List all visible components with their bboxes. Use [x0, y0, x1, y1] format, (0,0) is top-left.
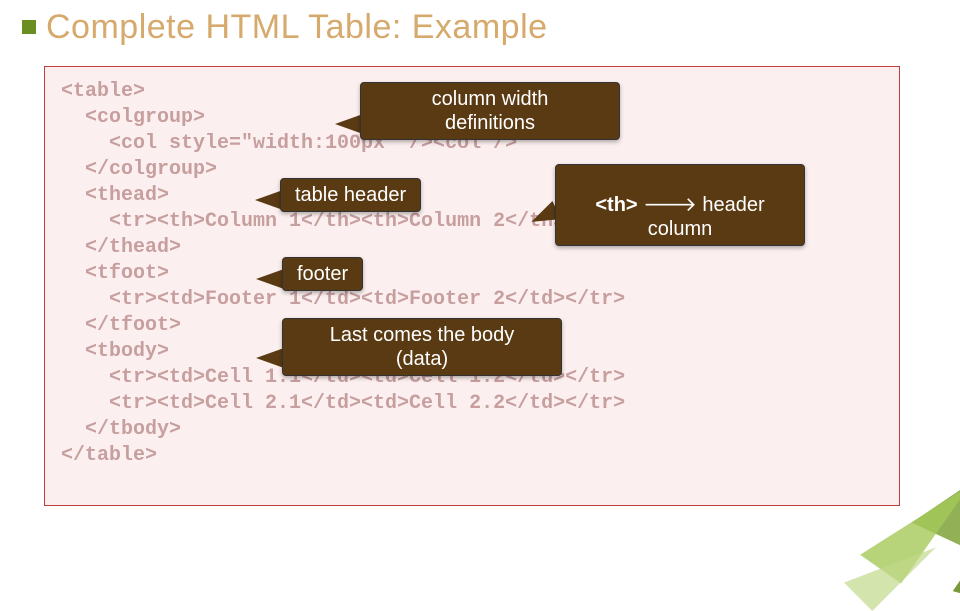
callout-table-header: table header: [280, 178, 421, 212]
callout-footer: footer: [282, 257, 363, 291]
callout-th-header-column: <th> 🡒 header column: [555, 164, 805, 246]
callout-pointer-icon: [335, 114, 363, 134]
callout-pointer-icon: [256, 269, 284, 289]
callout-th-tag: <th>: [595, 194, 637, 216]
title-bullet-icon: [22, 20, 36, 34]
callout-th-rest: 🡒 header column: [638, 194, 765, 240]
callout-column-width: column width definitions: [360, 82, 620, 140]
callout-body: Last comes the body (data): [282, 318, 562, 376]
callout-pointer-icon: [255, 190, 283, 210]
callout-pointer-icon: [256, 348, 284, 368]
slide-title: Complete HTML Table: Example: [46, 8, 548, 47]
slide: Complete HTML Table: Example <table> <co…: [0, 0, 960, 540]
